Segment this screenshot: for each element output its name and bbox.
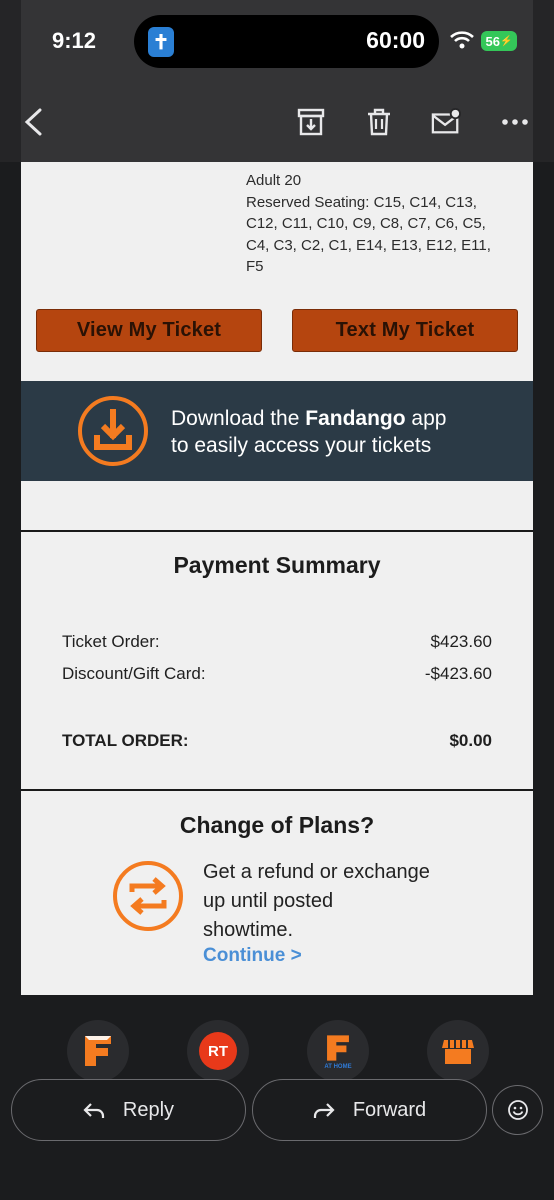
seat-details: Adult 20 Reserved Seating: C15, C14, C13… — [246, 170, 526, 278]
at-home-label: AT HOME — [324, 1064, 352, 1070]
banner-subtext: to easily access your tickets — [171, 434, 432, 457]
row-value: $423.60 — [430, 632, 492, 651]
total-value: $0.00 — [449, 731, 492, 750]
reply-icon — [83, 1103, 105, 1118]
reply-button[interactable]: Reply — [11, 1079, 246, 1141]
back-icon[interactable] — [18, 104, 48, 140]
fandango-logo — [327, 1035, 349, 1061]
battery-level: 56 — [485, 33, 500, 49]
rotten-tomatoes-icon[interactable]: RT — [187, 1020, 249, 1082]
forward-label: Forward — [352, 1098, 427, 1121]
row-label: Discount/Gift Card: — [62, 664, 206, 683]
banner-brand: Fandango — [305, 407, 406, 430]
payment-summary-title: Payment Summary — [173, 552, 381, 578]
divider — [21, 789, 533, 791]
timer-readout: 60:00 — [366, 27, 425, 53]
total-label: TOTAL ORDER: — [62, 731, 189, 750]
fandango-logo — [85, 1036, 111, 1066]
seating-line: C12, C11, C10, C9, C8, C7, C6, C5, — [246, 215, 486, 232]
row-label: Ticket Order: — [62, 632, 160, 651]
plans-line: Get a refund or exchange — [203, 861, 430, 883]
exchange-icon — [113, 861, 183, 931]
email-screen: Adult 20 Reserved Seating: C15, C14, C13… — [0, 0, 554, 1200]
rt-badge: RT — [199, 1032, 237, 1070]
download-icon — [78, 396, 148, 466]
fandango-icon[interactable] — [67, 1020, 129, 1082]
change-of-plans-title: Change of Plans? — [179, 812, 375, 838]
status-time: 9:12 — [52, 28, 97, 53]
emoji-reaction-button[interactable] — [492, 1085, 543, 1135]
footer-app-icons: RT AT HOME — [0, 1000, 554, 1082]
view-my-ticket-button[interactable]: View My Ticket — [36, 309, 262, 352]
battery-indicator: 56 ⚡ — [481, 31, 517, 51]
ticket-order-row: Ticket Order: $423.60 — [62, 632, 492, 652]
more-icon[interactable] — [500, 104, 530, 140]
store-icon[interactable] — [427, 1020, 489, 1082]
download-app-text: Download the Fandango app to easily acce… — [171, 405, 446, 459]
top-toolbar: 9:12 ✝ 60:00 56 ⚡ — [0, 0, 554, 162]
wifi-icon — [450, 31, 474, 49]
charging-icon: ⚡ — [500, 35, 513, 47]
row-value: -$423.60 — [424, 664, 492, 683]
seating-line: Reserved Seating: C15, C14, C13, — [246, 193, 477, 211]
fandango-at-home-icon[interactable]: AT HOME — [307, 1020, 369, 1082]
forward-icon — [313, 1103, 335, 1118]
download-app-banner[interactable]: Download the Fandango app to easily acce… — [21, 381, 533, 481]
adult-count: Adult 20 — [246, 172, 302, 189]
dynamic-island[interactable]: ✝ 60:00 — [134, 15, 439, 68]
plans-line: showtime. — [203, 919, 294, 941]
forward-button[interactable]: Forward — [252, 1079, 487, 1141]
total-order-row: TOTAL ORDER: $0.00 — [62, 731, 492, 751]
change-of-plans-text: Get a refund or exchange up until posted… — [203, 858, 463, 945]
discount-row: Discount/Gift Card: -$423.60 — [62, 664, 492, 684]
reply-label: Reply — [122, 1098, 175, 1121]
text-my-ticket-button[interactable]: Text My Ticket — [292, 309, 518, 352]
banner-text: app — [405, 407, 447, 430]
archive-icon[interactable] — [296, 104, 326, 140]
continue-link[interactable]: Continue > — [203, 945, 302, 967]
banner-text: Download the — [171, 407, 306, 430]
seating-line: C4, C3, C2, C1, E14, E13, E12, E11, — [246, 236, 491, 254]
seating-line: F5 — [246, 258, 264, 275]
plans-line: up until posted — [203, 890, 334, 912]
divider — [21, 530, 533, 532]
storefront-glyph — [442, 1040, 474, 1064]
bible-app-icon: ✝ — [148, 27, 174, 57]
trash-icon[interactable] — [364, 104, 394, 140]
mark-unread-icon[interactable] — [431, 104, 461, 140]
emoji-icon — [507, 1100, 528, 1120]
